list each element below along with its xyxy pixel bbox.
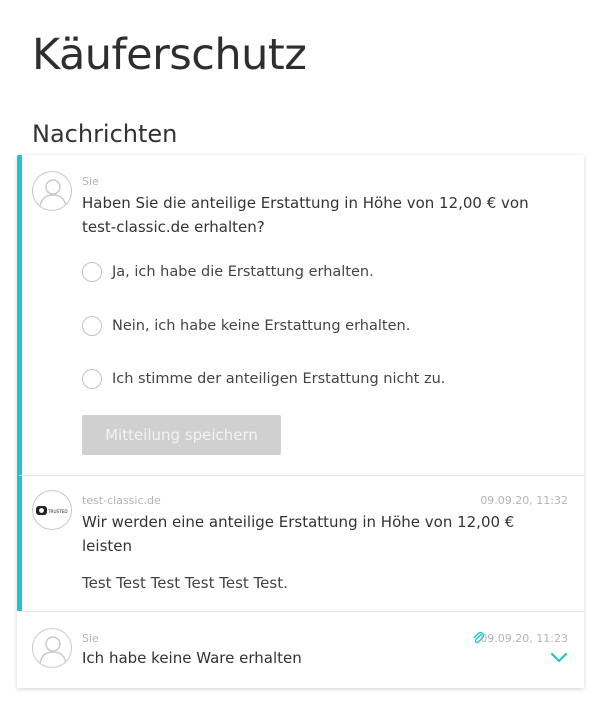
- radio-button[interactable]: [82, 262, 102, 282]
- user-avatar-icon: [32, 628, 72, 668]
- option-disagree[interactable]: Ich stimme der anteiligen Erstattung nic…: [82, 368, 445, 390]
- seller-logo-text: TRUSTED: [47, 509, 68, 514]
- radio-button[interactable]: [82, 369, 102, 389]
- message-timestamp: 09.09.20, 11:23: [480, 632, 568, 645]
- message-sender: Sie: [82, 175, 99, 188]
- option-no-refund[interactable]: Nein, ich habe keine Erstattung erhalten…: [82, 315, 410, 337]
- option-label: Ich stimme der anteiligen Erstattung nic…: [112, 371, 446, 387]
- messages-card: Sie Haben Sie die anteilige Erstattung i…: [17, 155, 584, 688]
- option-refund-received[interactable]: Ja, ich habe die Erstattung erhalten.: [82, 261, 374, 283]
- page-title: Käuferschutz: [32, 30, 307, 80]
- seller-avatar: TRUSTED: [32, 490, 72, 530]
- save-message-button[interactable]: Mitteilung speichern: [82, 415, 281, 455]
- user-avatar-icon: [32, 171, 72, 211]
- message-user[interactable]: Sie 09.09.20, 11:23 Ich habe keine Ware …: [17, 611, 584, 688]
- section-title: Nachrichten: [32, 120, 178, 148]
- chevron-down-icon[interactable]: [550, 652, 568, 664]
- option-label: Ja, ich habe die Erstattung erhalten.: [112, 264, 374, 280]
- message-text: Ich habe keine Ware erhalten: [82, 649, 302, 667]
- message-seller: TRUSTED test-classic.de 09.09.20, 11:32 …: [17, 475, 584, 611]
- message-headline: Wir werden eine anteilige Erstattung in …: [82, 513, 515, 555]
- message-sender: test-classic.de: [82, 494, 161, 507]
- message-question-text: Haben Sie die anteilige Erstattung in Hö…: [82, 194, 529, 236]
- message-timestamp: 09.09.20, 11:32: [480, 494, 568, 507]
- option-label: Nein, ich habe keine Erstattung erhalten…: [112, 318, 411, 334]
- radio-button[interactable]: [82, 316, 102, 336]
- message-question: Sie Haben Sie die anteilige Erstattung i…: [17, 155, 584, 475]
- message-sender: Sie: [82, 632, 99, 645]
- message-text: Test Test Test Test Test Test.: [82, 574, 288, 592]
